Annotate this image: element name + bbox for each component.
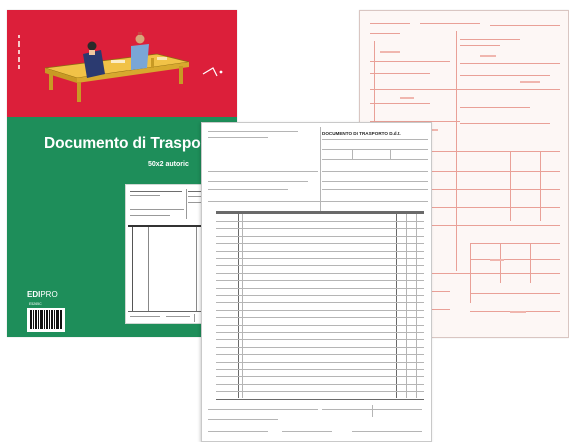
brand-logo: EDIPRO <box>27 290 58 299</box>
form-rule <box>322 139 428 140</box>
form-rule <box>208 419 278 420</box>
form-rule <box>322 149 428 150</box>
form-rule <box>320 127 321 211</box>
form-row-rule <box>216 273 424 274</box>
red-form-rule <box>530 243 531 283</box>
form-rule <box>372 405 373 417</box>
form-row-rule <box>216 362 424 363</box>
red-form-rule <box>370 23 410 24</box>
form-row-rule <box>216 332 424 333</box>
form-table-header <box>216 211 424 214</box>
form-rule <box>208 201 428 202</box>
form-rule <box>352 431 422 432</box>
cover-subtitle: 50x2 autoric <box>148 161 189 168</box>
form-row-rule <box>216 347 424 348</box>
red-form-rule <box>460 63 560 64</box>
red-form-rule <box>490 25 560 26</box>
form-rule <box>322 189 428 190</box>
red-form-rule <box>370 33 400 34</box>
form-row-rule <box>216 317 424 318</box>
form-rule <box>352 149 353 159</box>
red-form-rule <box>470 259 560 260</box>
red-form-rule <box>460 89 560 90</box>
red-form-rule <box>456 151 457 271</box>
form-row-rule <box>216 228 424 229</box>
brand-bold: EDI <box>27 290 41 299</box>
red-form-mark <box>490 259 504 261</box>
red-form-rule <box>510 151 511 221</box>
red-form-rule <box>540 151 541 221</box>
form-row-rule <box>216 310 424 311</box>
red-form-rule <box>470 243 560 244</box>
form-column <box>406 214 407 398</box>
form-row-rule <box>216 369 424 370</box>
form-row-rule <box>216 221 424 222</box>
form-rule <box>208 171 318 172</box>
red-form-rule <box>470 293 560 294</box>
form-row-rule <box>216 251 424 252</box>
form-column <box>416 214 417 398</box>
barcode-icon <box>27 308 65 332</box>
form-row-rule <box>216 384 424 385</box>
form-row-rule <box>216 258 424 259</box>
cover-red-band <box>7 10 237 117</box>
product-code: E5265C <box>29 302 42 306</box>
brand-light: PRO <box>40 290 58 299</box>
red-form-rule <box>460 123 550 124</box>
form-rule <box>208 409 318 410</box>
red-form-rule <box>420 23 480 24</box>
red-form-rule <box>374 41 375 131</box>
form-row-rule <box>216 354 424 355</box>
form-rule <box>282 431 332 432</box>
form-column <box>238 214 239 398</box>
form-rule <box>208 189 288 190</box>
red-form-mark <box>400 97 414 99</box>
form-rule <box>208 181 308 182</box>
red-form-rule <box>500 243 501 283</box>
form-row-rule <box>216 302 424 303</box>
form-column <box>396 214 397 398</box>
red-form-rule <box>370 61 450 62</box>
form-rule <box>322 159 428 160</box>
form-row-rule <box>216 265 424 266</box>
white-transport-form: DOCUMENTO DI TRASPORTO D.d.t. <box>201 122 432 442</box>
red-form-mark <box>480 55 496 57</box>
red-form-rule <box>456 31 457 151</box>
form-title: DOCUMENTO DI TRASPORTO D.d.t. <box>322 131 401 136</box>
form-rule <box>322 171 428 172</box>
form-row-rule <box>216 280 424 281</box>
red-form-rule <box>460 45 500 46</box>
red-form-rule <box>460 39 520 40</box>
form-row-rule <box>216 391 424 392</box>
red-form-rule <box>370 73 430 74</box>
red-form-rule <box>460 107 530 108</box>
form-row-rule <box>216 295 424 296</box>
form-rule <box>208 431 268 432</box>
red-form-mark <box>520 81 540 83</box>
red-form-rule <box>370 89 460 90</box>
form-column <box>242 214 243 398</box>
table-with-two-figures-icon <box>18 32 223 102</box>
form-row-rule <box>216 325 424 326</box>
red-form-rule <box>460 75 550 76</box>
form-row-rule <box>216 243 424 244</box>
form-rule <box>208 137 268 138</box>
form-rule <box>390 149 391 159</box>
cover-title: Documento di Traspo <box>44 135 201 152</box>
form-rule <box>208 131 298 132</box>
form-row-rule <box>216 339 424 340</box>
form-row-rule <box>216 376 424 377</box>
form-rule <box>322 181 428 182</box>
red-form-rule <box>470 243 471 303</box>
red-form-rule <box>370 103 430 104</box>
red-form-mark <box>510 311 526 313</box>
form-rule <box>216 399 424 400</box>
red-form-mark <box>380 51 400 53</box>
form-row-rule <box>216 288 424 289</box>
form-row-rule <box>216 236 424 237</box>
